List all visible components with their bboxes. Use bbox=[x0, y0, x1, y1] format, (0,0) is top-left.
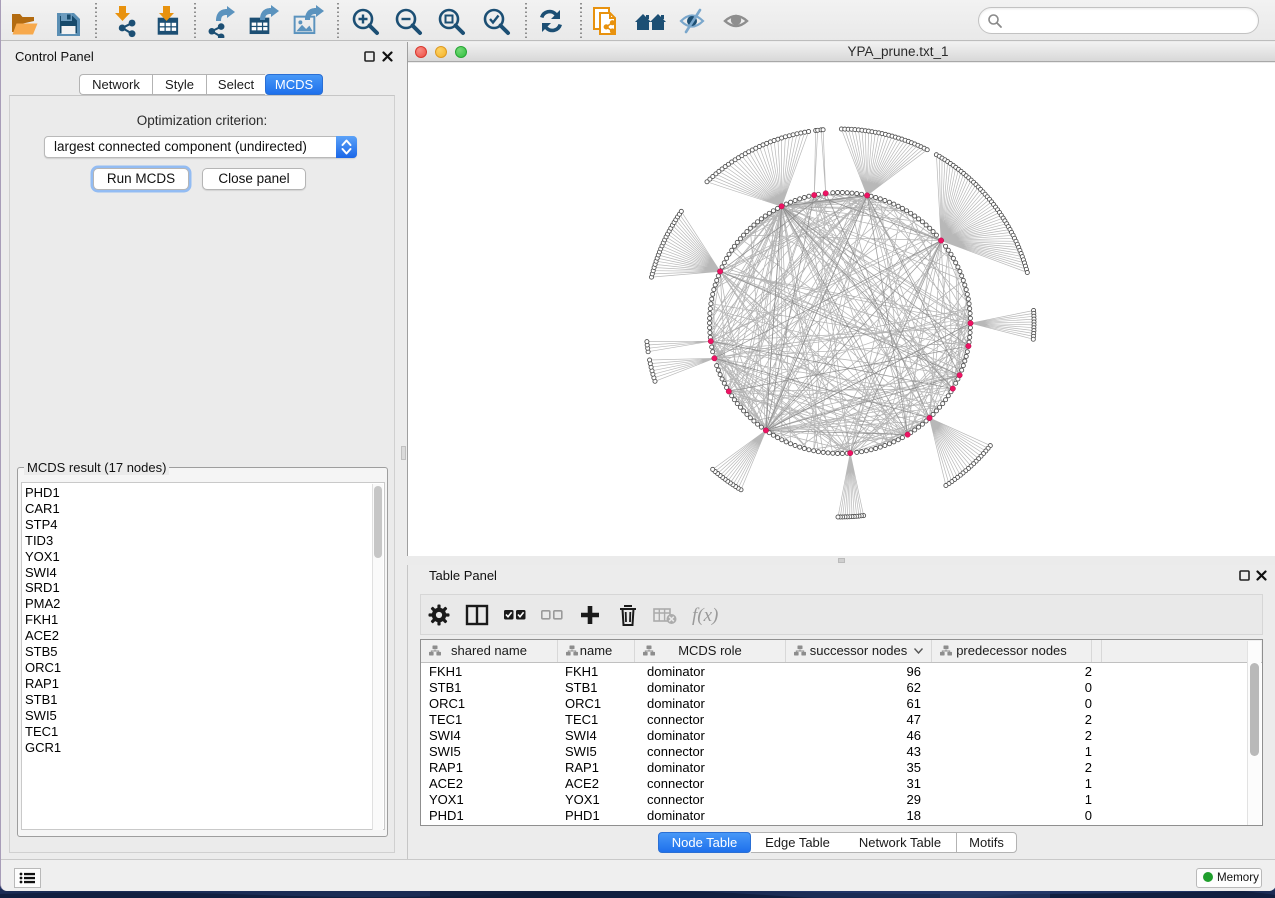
svg-text:f(x): f(x) bbox=[692, 605, 718, 626]
